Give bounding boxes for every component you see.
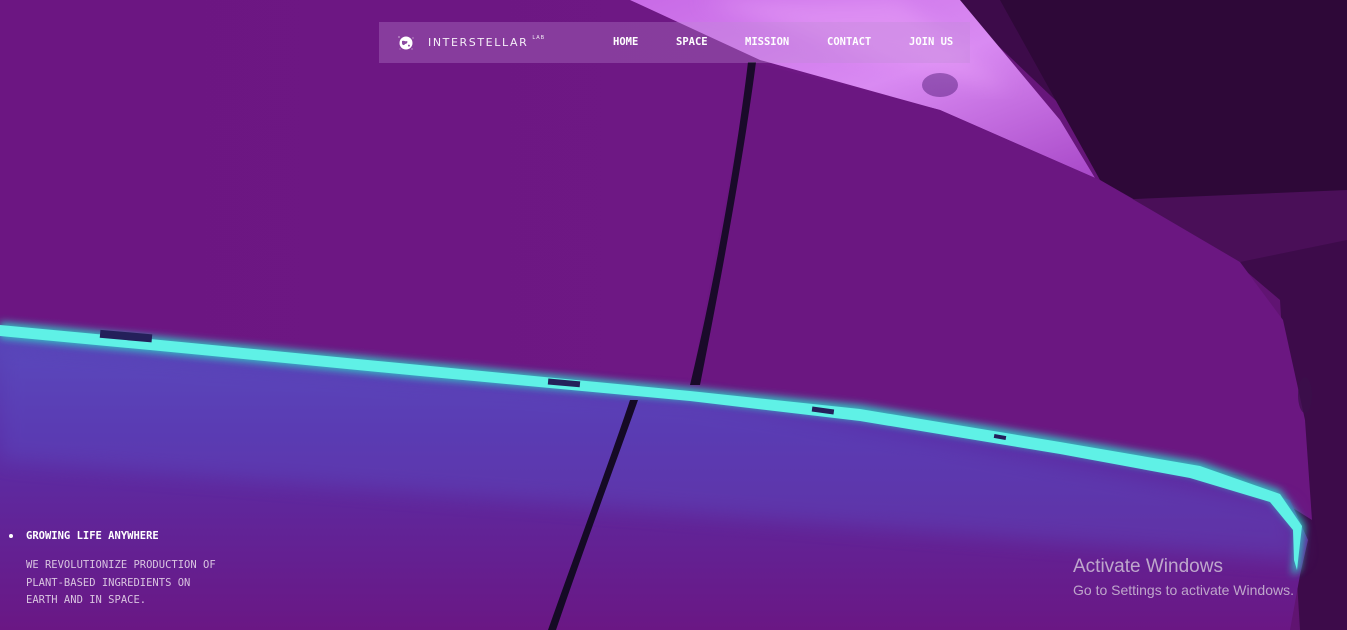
hero-description-line: WE REVOLUTIONIZE PRODUCTION OF [26, 559, 216, 571]
nav-link-space[interactable]: SPACE [676, 22, 708, 63]
nav-link-mission[interactable]: MISSION [745, 22, 789, 63]
nav-link-contact[interactable]: CONTACT [827, 22, 871, 63]
hero-background-image [0, 0, 1347, 630]
hero-tagline-text: GROWING LIFE ANYWHERE [26, 530, 159, 542]
nav-link-home[interactable]: HOME [613, 22, 638, 63]
brand-name: INTERSTELLAR [428, 36, 529, 49]
globe-icon [398, 35, 414, 49]
hero-tagline: GROWING LIFE ANYWHERE [9, 530, 159, 542]
hero-description: WE REVOLUTIONIZE PRODUCTION OF PLANT-BAS… [26, 557, 256, 610]
hero-description-line: PLANT-BASED INGREDIENTS ON [26, 576, 191, 589]
bullet-icon [9, 534, 13, 538]
brand-logo[interactable]: INTERSTELLAR LAB [396, 33, 545, 53]
top-navbar: INTERSTELLAR LAB HOME SPACE MISSION CONT… [379, 22, 970, 63]
hero-description-line: EARTH AND IN SPACE. [26, 594, 147, 606]
watermark-subtitle: Go to Settings to activate Windows. [1073, 582, 1294, 598]
nav-link-join-us[interactable]: JOIN US [909, 22, 953, 63]
hero-section: INTERSTELLAR LAB HOME SPACE MISSION CONT… [0, 0, 1347, 630]
activate-windows-watermark: Activate Windows Go to Settings to activ… [1073, 556, 1294, 600]
brand-superscript: LAB [532, 34, 546, 41]
watermark-title: Activate Windows [1073, 556, 1223, 577]
